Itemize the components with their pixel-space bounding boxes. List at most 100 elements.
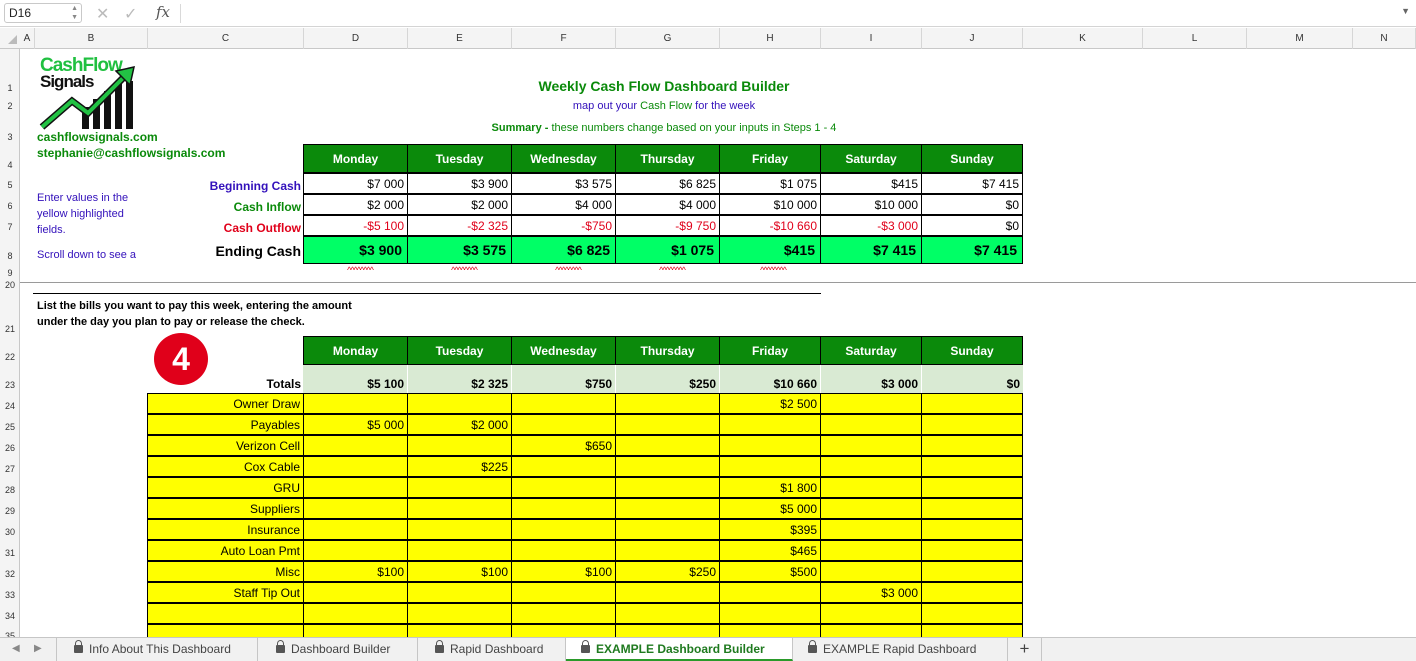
bill-name-cell[interactable]: Misc xyxy=(147,561,304,582)
bill-amount-cell[interactable] xyxy=(511,498,616,519)
bill-amount-cell[interactable] xyxy=(615,603,720,624)
bill-amount-cell[interactable] xyxy=(921,624,1023,637)
beginning-cash-cell[interactable]: $6 825 xyxy=(615,173,720,194)
column-b[interactable]: B xyxy=(35,28,148,49)
cash-outflow-cell[interactable]: -$5 100 xyxy=(303,215,408,236)
bill-amount-cell[interactable]: $100 xyxy=(511,561,616,582)
column-j[interactable]: J xyxy=(922,28,1023,49)
cash-inflow-cell[interactable]: $2 000 xyxy=(407,194,512,215)
row-number[interactable]: 6 xyxy=(0,201,19,211)
sheet-tab-example-dashboard-builder[interactable]: EXAMPLE Dashboard Builder xyxy=(566,638,793,661)
row-number[interactable]: 3 xyxy=(0,132,19,142)
bill-amount-cell[interactable]: $650 xyxy=(511,435,616,456)
cash-inflow-cell[interactable]: $10 000 xyxy=(719,194,821,215)
bill-amount-cell[interactable] xyxy=(511,393,616,414)
beginning-cash-cell[interactable]: $415 xyxy=(820,173,922,194)
row-number[interactable]: 7 xyxy=(0,222,19,232)
bill-amount-cell[interactable] xyxy=(921,477,1023,498)
column-f[interactable]: F xyxy=(512,28,616,49)
confirm-icon[interactable]: ✓ xyxy=(124,4,137,24)
bill-name-cell[interactable]: Suppliers xyxy=(147,498,304,519)
bill-amount-cell[interactable]: $500 xyxy=(719,561,821,582)
beginning-cash-cell[interactable]: $3 575 xyxy=(511,173,616,194)
bill-amount-cell[interactable]: $5 000 xyxy=(303,414,408,435)
bill-amount-cell[interactable] xyxy=(719,456,821,477)
bill-amount-cell[interactable] xyxy=(303,477,408,498)
bill-amount-cell[interactable] xyxy=(303,540,408,561)
beginning-cash-cell[interactable]: $7 415 xyxy=(921,173,1023,194)
name-box-stepper-icon[interactable]: ▲ ▼ xyxy=(71,4,78,22)
row-number[interactable]: 20 xyxy=(0,280,19,290)
bill-amount-cell[interactable] xyxy=(820,540,922,561)
bill-amount-cell[interactable] xyxy=(303,624,408,637)
totals-cell[interactable]: $2 325 xyxy=(408,365,511,393)
bill-amount-cell[interactable] xyxy=(820,414,922,435)
bill-name-cell[interactable]: Staff Tip Out xyxy=(147,582,304,603)
bill-amount-cell[interactable] xyxy=(303,393,408,414)
bill-amount-cell[interactable] xyxy=(719,603,821,624)
name-box[interactable]: D16 ▲ ▼ xyxy=(4,3,82,23)
bill-amount-cell[interactable] xyxy=(407,582,512,603)
cash-outflow-cell[interactable]: -$3 000 xyxy=(820,215,922,236)
cash-outflow-cell[interactable]: -$750 xyxy=(511,215,616,236)
bill-amount-cell[interactable] xyxy=(407,519,512,540)
row-number[interactable]: 9 xyxy=(0,268,19,278)
column-k[interactable]: K xyxy=(1023,28,1143,49)
row-number[interactable]: 28 xyxy=(0,485,19,495)
totals-cell[interactable]: $10 660 xyxy=(720,365,820,393)
bill-amount-cell[interactable] xyxy=(921,582,1023,603)
bill-name-cell[interactable] xyxy=(147,603,304,624)
row-number[interactable]: 27 xyxy=(0,464,19,474)
bill-amount-cell[interactable] xyxy=(615,456,720,477)
worksheet-grid[interactable]: CashFlow Signals cashflowsignals.com ste… xyxy=(20,49,1416,637)
bill-amount-cell[interactable] xyxy=(615,540,720,561)
cancel-icon[interactable]: ✕ xyxy=(96,4,109,24)
bill-amount-cell[interactable] xyxy=(303,603,408,624)
column-m[interactable]: M xyxy=(1247,28,1353,49)
bill-amount-cell[interactable] xyxy=(511,603,616,624)
row-number[interactable]: 25 xyxy=(0,422,19,432)
column-a[interactable]: A xyxy=(20,28,35,49)
beginning-cash-cell[interactable]: $7 000 xyxy=(303,173,408,194)
bill-amount-cell[interactable] xyxy=(820,624,922,637)
bill-amount-cell[interactable] xyxy=(820,603,922,624)
bill-name-cell[interactable]: Cox Cable xyxy=(147,456,304,477)
bill-amount-cell[interactable] xyxy=(511,582,616,603)
email-link[interactable]: stephanie@cashflowsignals.com xyxy=(37,146,225,160)
next-sheet-icon[interactable]: ▶ xyxy=(34,643,42,654)
bill-amount-cell[interactable] xyxy=(921,603,1023,624)
bill-amount-cell[interactable] xyxy=(303,498,408,519)
cash-outflow-cell[interactable]: -$9 750 xyxy=(615,215,720,236)
row-number[interactable]: 1 xyxy=(0,83,19,93)
sheet-tab-info[interactable]: Info About This Dashboard xyxy=(56,638,258,661)
bill-amount-cell[interactable] xyxy=(407,624,512,637)
bill-name-cell[interactable]: Payables xyxy=(147,414,304,435)
ending-cash-cell[interactable]: $6 825 xyxy=(511,236,616,264)
prev-sheet-icon[interactable]: ◀ xyxy=(12,643,20,654)
ending-cash-cell[interactable]: $3 575 xyxy=(407,236,512,264)
bill-amount-cell[interactable] xyxy=(511,477,616,498)
bill-amount-cell[interactable] xyxy=(407,603,512,624)
bill-amount-cell[interactable] xyxy=(407,498,512,519)
website-link[interactable]: cashflowsignals.com xyxy=(37,130,158,144)
row-number[interactable]: 26 xyxy=(0,443,19,453)
bill-amount-cell[interactable] xyxy=(511,519,616,540)
bill-amount-cell[interactable] xyxy=(820,519,922,540)
column-g[interactable]: G xyxy=(616,28,720,49)
bill-amount-cell[interactable] xyxy=(719,414,821,435)
bill-amount-cell[interactable] xyxy=(615,477,720,498)
bill-amount-cell[interactable]: $225 xyxy=(407,456,512,477)
bill-amount-cell[interactable] xyxy=(511,540,616,561)
bill-amount-cell[interactable] xyxy=(303,519,408,540)
bill-name-cell[interactable]: Verizon Cell xyxy=(147,435,304,456)
totals-cell[interactable]: $250 xyxy=(616,365,719,393)
row-number[interactable]: 22 xyxy=(0,352,19,362)
bill-amount-cell[interactable] xyxy=(615,435,720,456)
ending-cash-cell[interactable]: $1 075 xyxy=(615,236,720,264)
cash-outflow-cell[interactable]: -$10 660 xyxy=(719,215,821,236)
row-number[interactable]: 34 xyxy=(0,611,19,621)
bill-name-cell[interactable]: Insurance xyxy=(147,519,304,540)
column-c[interactable]: C xyxy=(148,28,304,49)
bill-amount-cell[interactable] xyxy=(615,393,720,414)
column-l[interactable]: L xyxy=(1143,28,1247,49)
